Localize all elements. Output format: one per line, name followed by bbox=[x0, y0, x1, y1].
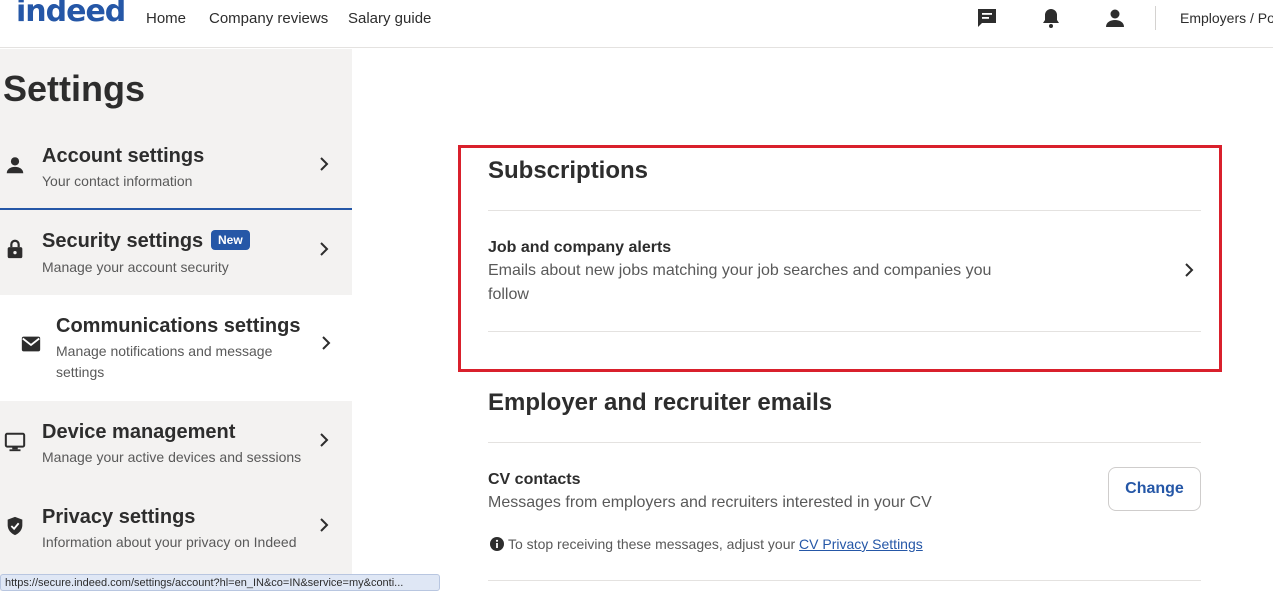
sidebar-item-subtitle: Manage your active devices and sessions bbox=[42, 449, 302, 465]
mail-icon bbox=[21, 336, 41, 352]
indeed-logo[interactable]: indeed bbox=[16, 0, 126, 29]
monitor-icon bbox=[4, 432, 26, 452]
page-title: Settings bbox=[3, 68, 146, 109]
employer-emails-heading: Employer and recruiter emails bbox=[488, 389, 833, 416]
browser-status-bar: https://secure.indeed.com/settings/accou… bbox=[0, 574, 440, 591]
section-divider bbox=[488, 442, 1201, 443]
active-item-underline bbox=[0, 208, 352, 210]
subscriptions-highlight-box bbox=[458, 145, 1222, 372]
sidebar-item-subtitle: Manage notifications and message setting… bbox=[56, 343, 273, 380]
nav-company-reviews[interactable]: Company reviews bbox=[209, 10, 328, 27]
sidebar-item-title: Device management bbox=[42, 421, 236, 443]
sidebar-item-title: Privacy settings bbox=[42, 506, 196, 528]
section-divider bbox=[488, 580, 1201, 581]
person-icon bbox=[6, 157, 24, 174]
settings-sidebar: Settings Account settings Your contact i… bbox=[0, 49, 352, 591]
notifications-bell-icon[interactable] bbox=[1039, 6, 1063, 30]
chevron-right-icon bbox=[320, 157, 329, 171]
header-divider bbox=[1155, 6, 1156, 30]
chevron-right-icon bbox=[322, 336, 331, 350]
info-icon bbox=[490, 537, 504, 551]
sidebar-item-devices[interactable]: Device management Manage your active dev… bbox=[0, 401, 352, 485]
employers-post-job-link[interactable]: Employers / Po bbox=[1180, 10, 1273, 26]
cv-contacts-description: Messages from employers and recruiters i… bbox=[488, 494, 932, 511]
sidebar-item-privacy[interactable]: Privacy settings Information about your … bbox=[0, 485, 352, 569]
sidebar-item-subtitle: Your contact information bbox=[42, 173, 193, 189]
top-header: indeed Home Company reviews Salary guide… bbox=[0, 0, 1273, 48]
sidebar-item-title: Communications settings bbox=[56, 315, 301, 337]
cv-contacts-title: CV contacts bbox=[488, 471, 581, 488]
shield-icon bbox=[7, 516, 23, 536]
cv-privacy-info: To stop receiving these messages, adjust… bbox=[490, 536, 923, 552]
profile-icon[interactable] bbox=[1103, 6, 1127, 30]
sidebar-item-subtitle: Manage your account security bbox=[42, 259, 229, 275]
nav-home[interactable]: Home bbox=[146, 10, 186, 27]
chevron-right-icon bbox=[320, 518, 329, 532]
chevron-right-icon bbox=[320, 433, 329, 447]
cv-privacy-settings-link[interactable]: CV Privacy Settings bbox=[799, 536, 923, 552]
sidebar-item-communications[interactable]: Communications settings Manage notificat… bbox=[0, 295, 352, 401]
nav-salary-guide[interactable]: Salary guide bbox=[348, 10, 431, 27]
lock-icon bbox=[7, 239, 23, 259]
sidebar-item-account[interactable]: Account settings Your contact informatio… bbox=[0, 137, 352, 209]
info-text: To stop receiving these messages, adjust… bbox=[508, 536, 796, 552]
messages-icon[interactable] bbox=[975, 6, 999, 30]
sidebar-item-security[interactable]: Security settings New Manage your accoun… bbox=[0, 221, 352, 295]
sidebar-item-subtitle: Information about your privacy on Indeed bbox=[42, 534, 297, 550]
change-button[interactable]: Change bbox=[1108, 467, 1201, 511]
new-badge: New bbox=[211, 230, 250, 250]
sidebar-item-title: Security settings bbox=[42, 230, 204, 252]
sidebar-item-title: Account settings bbox=[42, 145, 205, 167]
chevron-right-icon bbox=[320, 242, 329, 256]
